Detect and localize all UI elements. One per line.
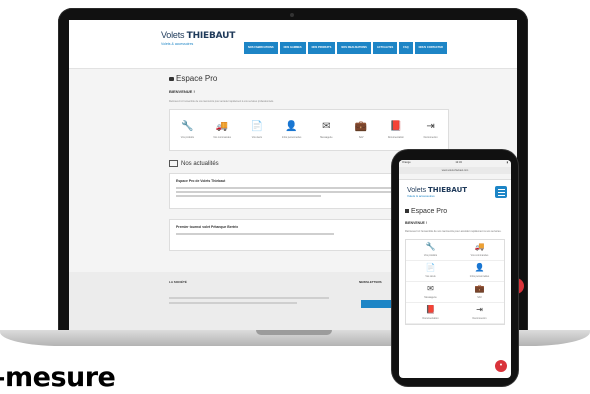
lock-icon: [169, 76, 174, 81]
laptop-notch: [256, 330, 332, 335]
shortcut-label: Infos personnelles: [281, 136, 302, 139]
clock: 12:34: [455, 161, 462, 164]
phone-page-title: Espace Pro: [405, 208, 511, 215]
phone-tile-label: Documentation: [422, 317, 439, 321]
phone-tile-5[interactable]: 💼 SAV: [455, 282, 504, 304]
carrier: Orange: [402, 161, 411, 164]
shortcut-7[interactable]: ⇥ Déconnexion: [416, 121, 446, 139]
phone-tile-label: Déconnexion: [472, 317, 487, 321]
phone-tile-label: Vos commandes: [470, 254, 489, 258]
mail-icon: ✉: [427, 284, 434, 294]
phone-screen: Orange 12:34 ▮ www.volets-thiebaut.com V…: [399, 160, 511, 378]
nav-item-4[interactable]: ACTUALITES: [372, 42, 398, 54]
phone-tile-4[interactable]: ✉ Messagerie: [406, 282, 455, 304]
document-icon: 📄: [250, 121, 264, 132]
lock-icon: [405, 209, 409, 213]
news-heading: Nos actualités: [169, 160, 219, 167]
phone-tile-label: Vos produits: [423, 254, 438, 258]
phone-tile-label: Vos devis: [425, 275, 436, 279]
page-title-text: Espace Pro: [176, 74, 218, 83]
hamburger-menu-icon[interactable]: [495, 186, 507, 198]
nav-item-1[interactable]: NOS GAMMES: [279, 42, 306, 54]
wrench-icon: 🔧: [425, 242, 436, 252]
intro-text: Retrouvez ici l'ensemble de vos raccourc…: [169, 100, 274, 103]
phone-tile-2[interactable]: 📄 Vos devis: [406, 261, 455, 283]
logo-sub: Volets & accessoires: [161, 42, 194, 46]
wrench-icon: 🔧: [181, 121, 194, 132]
nav-item-2[interactable]: NOS PRODUITS: [307, 42, 336, 54]
status-bar: Orange 12:34 ▮: [399, 160, 511, 167]
logo-brand: THIEBAUT: [186, 31, 236, 41]
news-icon: [169, 160, 178, 167]
phone-tile-label: Messagerie: [424, 296, 437, 300]
logo-brand: THIEBAUT: [428, 186, 468, 194]
phone-shortcut-grid: 🔧 Vos produits 🚚 Vos commandes 📄 Vos devis 👤 In…: [405, 239, 505, 326]
truck-icon: 🚚: [215, 121, 229, 132]
shortcut-2[interactable]: 📄 Vos devis: [242, 121, 272, 139]
footer-about-heading: LA SOCIÉTÉ: [169, 280, 187, 284]
truck-icon: 🚚: [474, 242, 485, 252]
logo-sub: Volets & accessoires: [407, 194, 435, 198]
phone-logo[interactable]: Volets THIEBAUT Volets & accessoires: [407, 186, 467, 198]
shortcut-0[interactable]: 🔧 Vos produits: [172, 121, 202, 139]
phone-greeting: BIENVENUE !: [405, 221, 427, 225]
user-icon: 👤: [474, 263, 485, 273]
phone-tile-3[interactable]: 👤 Infos personnelles: [455, 261, 504, 283]
shortcut-label: Vos devis: [251, 136, 262, 139]
briefcase-icon: 💼: [474, 284, 485, 294]
phone-tile-0[interactable]: 🔧 Vos produits: [406, 240, 455, 262]
logo-main: Volets: [161, 30, 185, 40]
briefcase-icon: 💼: [354, 121, 368, 132]
shortcut-label: Déconnexion: [423, 136, 438, 139]
shortcut-label: Vos produits: [180, 136, 194, 139]
shortcut-5[interactable]: 💼 SAV: [346, 121, 376, 139]
logout-icon: ⇥: [426, 121, 435, 132]
book-icon: 📕: [425, 305, 436, 315]
nav-item-5[interactable]: FAQ: [399, 42, 413, 54]
battery-icon: ▮: [506, 161, 508, 164]
site-logo[interactable]: Volets THIEBAUT Volets & accessoires: [161, 30, 241, 56]
book-icon: 📕: [389, 121, 403, 132]
phone-tile-label: SAV: [477, 296, 482, 300]
greeting: BIENVENUE !: [169, 89, 195, 94]
phone-intro: Retrouvez ici l'ensemble de vos raccourc…: [405, 230, 502, 233]
logout-icon: ⇥: [476, 305, 483, 315]
footer-newsletter-heading: NEWSLETTERS: [359, 280, 382, 284]
shortcut-3[interactable]: 👤 Infos personnelles: [277, 121, 307, 139]
phone-tile-7[interactable]: ⇥ Déconnexion: [455, 303, 504, 325]
phone-chat-fab-icon[interactable]: •: [495, 360, 507, 372]
shortcut-panel: 🔧 Vos produits 🚚 Vos commandes 📄 Vos devis 👤 In…: [169, 109, 449, 151]
main-nav: NOS FABRICATIONS NOS GAMMES NOS PRODUITS NO…: [244, 42, 447, 54]
shortcut-4[interactable]: ✉ Messagerie: [311, 121, 341, 139]
shortcut-label: Documentation: [387, 136, 404, 139]
phone-header: Volets THIEBAUT Volets & accessoires: [399, 180, 511, 206]
phone: Orange 12:34 ▮ www.volets-thiebaut.com V…: [392, 150, 518, 386]
nav-item-0[interactable]: NOS FABRICATIONS: [244, 42, 278, 54]
shortcut-label: Vos commandes: [213, 136, 231, 139]
user-icon: 👤: [285, 121, 298, 132]
logo-main: Volets: [407, 187, 427, 194]
phone-tile-1[interactable]: 🚚 Vos commandes: [455, 240, 504, 262]
shortcut-1[interactable]: 🚚 Vos commandes: [207, 121, 237, 139]
page-title: Espace Pro: [169, 74, 217, 83]
shortcut-label: SAV: [358, 136, 364, 139]
phone-tile-label: Infos personnelles: [469, 275, 490, 279]
phone-tile-6[interactable]: 📕 Documentation: [406, 303, 455, 325]
news-heading-text: Nos actualités: [181, 161, 219, 168]
camera-dot: [290, 13, 294, 17]
mail-icon: ✉: [322, 121, 331, 132]
url-bar[interactable]: www.volets-thiebaut.com: [399, 167, 511, 174]
document-icon: 📄: [425, 263, 436, 273]
shortcut-label: Messagerie: [320, 136, 333, 139]
shortcut-6[interactable]: 📕 Documentation: [381, 121, 411, 139]
phone-page-title-text: Espace Pro: [411, 208, 448, 215]
nav-item-3[interactable]: NOS REALISATIONS: [337, 42, 371, 54]
site-header: Volets THIEBAUT Volets & accessoires NOS…: [69, 20, 517, 69]
headline-text: –mesure: [0, 362, 116, 393]
nav-item-6[interactable]: NOUS CONTACTER: [414, 42, 447, 54]
